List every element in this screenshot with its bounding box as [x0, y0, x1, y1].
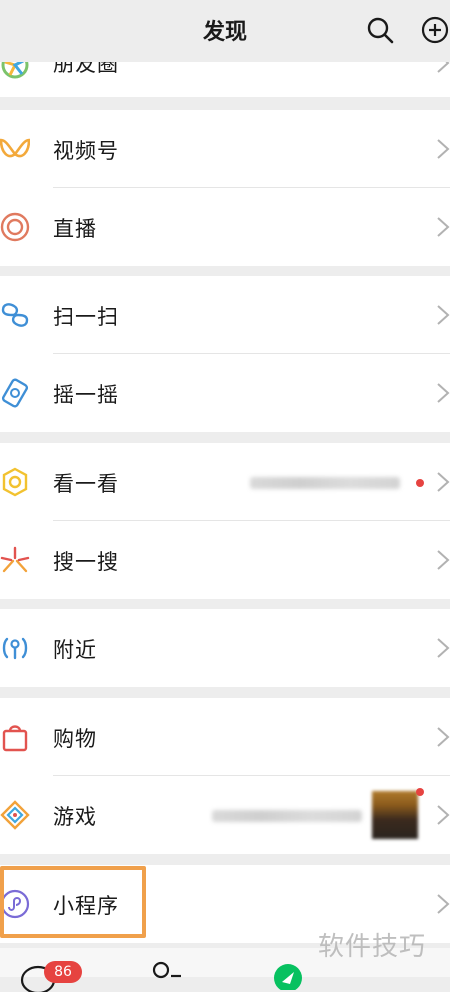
mini-program-icon [0, 889, 30, 919]
new-dot [416, 788, 424, 796]
blurred-preview-text [212, 810, 362, 822]
watermark: 软件技巧 [318, 932, 427, 962]
chevron-right-icon [437, 727, 450, 747]
shopping-bag-icon [2, 725, 28, 752]
unread-badge: 86 [44, 961, 82, 983]
menu-item-shake[interactable]: 摇一摇 [0, 354, 450, 432]
game-thumbnail [372, 791, 418, 839]
menu-item-channels[interactable]: 视频号 [0, 110, 450, 188]
top-stories-icon [2, 467, 28, 497]
live-icon [0, 212, 30, 242]
chevron-right-icon [437, 805, 450, 825]
menu-item-label: 游戏 [53, 805, 97, 829]
add-circle-icon[interactable] [421, 16, 449, 44]
menu-item-games[interactable]: 游戏 [0, 776, 450, 854]
menu-item-search[interactable]: 搜一搜 [0, 521, 450, 599]
menu-item-label: 小程序 [53, 894, 119, 918]
chevron-right-icon [437, 894, 450, 914]
contacts-tab-icon[interactable] [145, 960, 185, 990]
new-dot [416, 479, 424, 487]
scan-icon [1, 303, 29, 327]
menu-item-label: 扫一扫 [53, 305, 119, 329]
menu-item-shopping[interactable]: 购物 [0, 698, 450, 776]
search-icon[interactable] [366, 16, 394, 44]
channels-icon [0, 138, 30, 158]
chevron-right-icon [437, 638, 450, 658]
menu-item-label: 购物 [53, 727, 97, 751]
games-icon [0, 800, 30, 830]
chevron-right-icon [437, 305, 450, 325]
top-bar: 发现 [0, 0, 450, 62]
chevron-right-icon [437, 550, 450, 570]
menu-item-label: 搜一搜 [53, 550, 119, 574]
menu-item-nearby[interactable]: 附近 [0, 609, 450, 687]
chevron-right-icon [437, 472, 450, 492]
blurred-preview-text [250, 477, 400, 489]
search-sparkle-icon [0, 546, 30, 573]
menu-item-top-stories[interactable]: 看一看 [0, 443, 450, 521]
menu-item-label: 视频号 [53, 139, 119, 163]
menu-item-live[interactable]: 直播 [0, 188, 450, 266]
menu-item-label: 摇一摇 [53, 383, 119, 407]
nearby-icon [2, 637, 28, 660]
menu-item-scan[interactable]: 扫一扫 [0, 276, 450, 354]
chevron-right-icon [437, 383, 450, 403]
chevron-right-icon [437, 217, 450, 237]
menu-item-label: 看一看 [53, 472, 119, 496]
shake-icon [1, 378, 29, 408]
menu-item-label: 附近 [53, 638, 97, 662]
discover-tab-icon[interactable] [268, 960, 308, 990]
chevron-right-icon [437, 139, 450, 159]
menu-item-label: 直播 [53, 217, 97, 241]
